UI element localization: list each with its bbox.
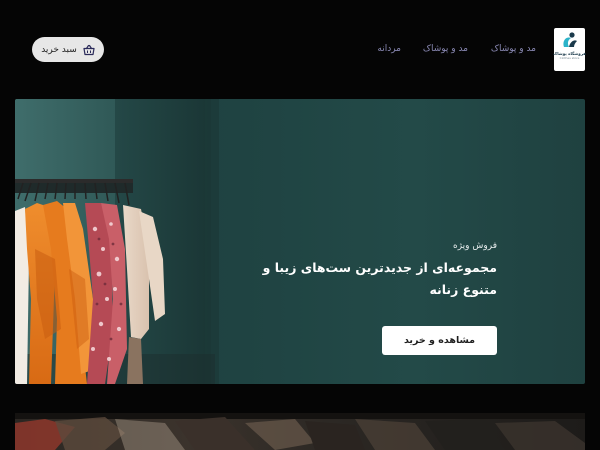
view-and-buy-button[interactable]: مشاهده و خرید <box>382 326 497 355</box>
logo-subtext: Clothes store <box>559 56 580 60</box>
nav-link-fashion-2[interactable]: مد و پوشاک <box>423 41 468 57</box>
site-header: فروشگاه پوشاک Clothes store مد و پوشاک م… <box>0 0 600 100</box>
hero-kicker: فروش ویژه <box>453 241 497 251</box>
cart-label: سبد خرید <box>41 44 77 55</box>
nav-link-men[interactable]: مردانه <box>377 41 401 57</box>
hero-banner: فروش ویژه مجموعه‌ای از جدیدترین ست‌های ز… <box>15 99 585 384</box>
nav-link-fashion-1[interactable]: مد و پوشاک <box>491 41 536 57</box>
hero-text-block: فروش ویژه مجموعه‌ای از جدیدترین ست‌های ز… <box>237 239 497 301</box>
shopping-basket-icon <box>83 44 95 55</box>
cart-button[interactable]: سبد خرید <box>32 37 104 62</box>
clothing-store-photo <box>15 413 585 450</box>
store-logo[interactable]: فروشگاه پوشاک Clothes store <box>553 28 586 71</box>
store-logo-icon <box>562 32 577 47</box>
secondary-banner <box>15 413 585 450</box>
hero-title: مجموعه‌ای از جدیدترین ست‌های زیبا و متنو… <box>262 260 497 297</box>
